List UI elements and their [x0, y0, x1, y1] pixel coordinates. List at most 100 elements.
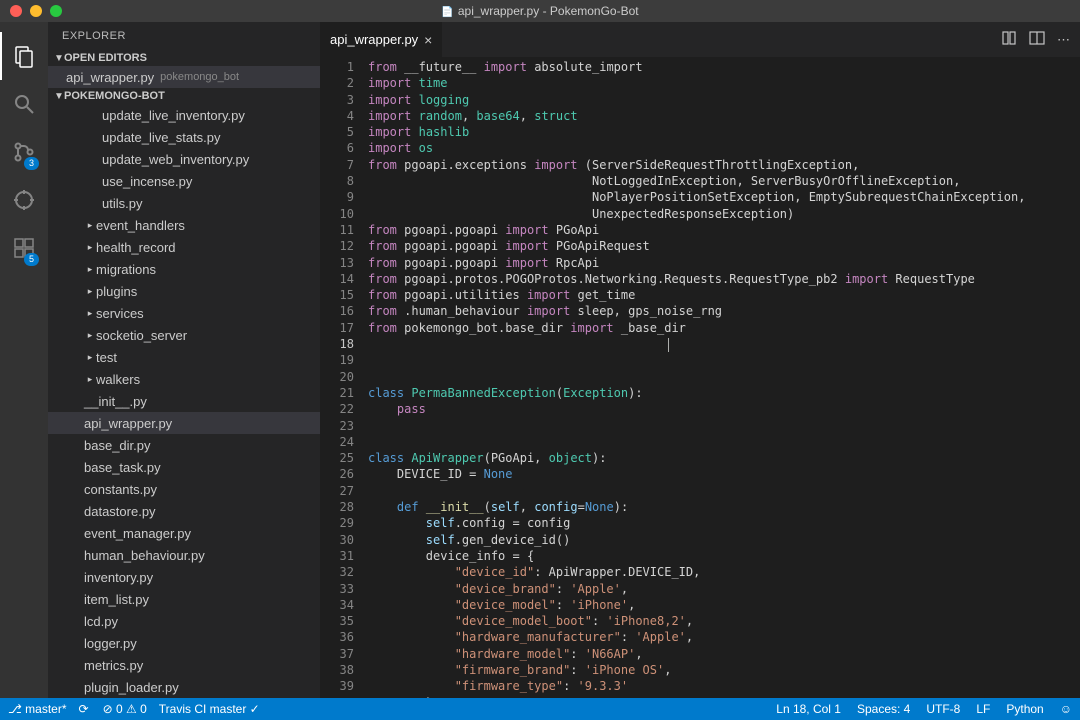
- code-editor[interactable]: 1234567891011121314151617181920212223242…: [320, 57, 1080, 698]
- file-item[interactable]: base_task.py: [48, 456, 320, 478]
- compare-icon[interactable]: [1001, 30, 1017, 49]
- file-item[interactable]: update_live_stats.py: [48, 126, 320, 148]
- tree-item-label: datastore.py: [84, 504, 156, 519]
- status-eol[interactable]: LF: [976, 702, 990, 716]
- tree-item-label: inventory.py: [84, 570, 153, 585]
- file-item[interactable]: constants.py: [48, 478, 320, 500]
- activity-search-icon[interactable]: [0, 80, 48, 128]
- folder-item[interactable]: ▸event_handlers: [48, 214, 320, 236]
- activity-extensions-icon[interactable]: 5: [0, 224, 48, 272]
- chevron-right-icon: ▸: [84, 374, 96, 385]
- file-item[interactable]: human_behaviour.py: [48, 544, 320, 566]
- tree-item-label: plugin_loader.py: [84, 680, 179, 695]
- file-item[interactable]: plugin_loader.py: [48, 676, 320, 698]
- status-language[interactable]: Python: [1006, 702, 1043, 716]
- open-editors-label: OPEN EDITORS: [64, 52, 147, 64]
- activity-bar: 3 5: [0, 22, 48, 698]
- tree-item-label: __init__.py: [84, 394, 147, 409]
- open-editor-filename: api_wrapper.py: [66, 70, 154, 85]
- split-editor-icon[interactable]: [1029, 30, 1045, 49]
- tree-item-label: human_behaviour.py: [84, 548, 205, 563]
- tree-item-label: plugins: [96, 284, 137, 299]
- chevron-right-icon: ▸: [84, 352, 96, 363]
- chevron-right-icon: ▸: [84, 220, 96, 231]
- folder-item[interactable]: ▸walkers: [48, 368, 320, 390]
- tree-item-label: base_task.py: [84, 460, 161, 475]
- status-encoding[interactable]: UTF-8: [926, 702, 960, 716]
- tree-item-label: socketio_server: [96, 328, 187, 343]
- tab-close-icon[interactable]: ×: [424, 32, 432, 48]
- open-editor-path: pokemongo_bot: [160, 71, 239, 83]
- status-ci[interactable]: Travis CI master ✓: [159, 702, 260, 716]
- file-item[interactable]: item_list.py: [48, 588, 320, 610]
- tree-item-label: event_manager.py: [84, 526, 191, 541]
- folder-item[interactable]: ▸plugins: [48, 280, 320, 302]
- file-item[interactable]: use_incense.py: [48, 170, 320, 192]
- file-item[interactable]: __init__.py: [48, 390, 320, 412]
- tree-item-label: services: [96, 306, 144, 321]
- text-cursor: [668, 338, 669, 352]
- file-item[interactable]: event_manager.py: [48, 522, 320, 544]
- maximize-window-button[interactable]: [50, 5, 62, 17]
- chevron-right-icon: ▸: [84, 330, 96, 341]
- window-title: api_wrapper.py - PokemonGo-Bot: [0, 4, 1080, 18]
- tree-item-label: health_record: [96, 240, 176, 255]
- file-item[interactable]: utils.py: [48, 192, 320, 214]
- activity-scm-icon[interactable]: 3: [0, 128, 48, 176]
- activity-debug-icon[interactable]: [0, 176, 48, 224]
- file-item[interactable]: logger.py: [48, 632, 320, 654]
- open-editors-section[interactable]: ▼ OPEN EDITORS: [48, 50, 320, 66]
- tree-item-label: base_dir.py: [84, 438, 151, 453]
- status-position[interactable]: Ln 18, Col 1: [776, 702, 841, 716]
- folder-item[interactable]: ▸health_record: [48, 236, 320, 258]
- titlebar: api_wrapper.py - PokemonGo-Bot: [0, 0, 1080, 22]
- file-item[interactable]: api_wrapper.py: [48, 412, 320, 434]
- editor-actions: ⋯: [1001, 22, 1080, 57]
- status-branch[interactable]: ⎇ master*: [8, 702, 67, 716]
- workspace-section[interactable]: ▼ POKEMONGO-BOT: [48, 88, 320, 104]
- status-sync-icon[interactable]: [79, 702, 91, 716]
- tree-item-label: utils.py: [102, 196, 142, 211]
- file-item[interactable]: inventory.py: [48, 566, 320, 588]
- status-spaces[interactable]: Spaces: 4: [857, 702, 910, 716]
- tree-item-label: use_incense.py: [102, 174, 192, 189]
- chevron-right-icon: ▸: [84, 286, 96, 297]
- tree-item-label: update_web_inventory.py: [102, 152, 249, 167]
- file-item[interactable]: datastore.py: [48, 500, 320, 522]
- workspace-label: POKEMONGO-BOT: [64, 90, 165, 102]
- open-editor-item[interactable]: api_wrapper.py pokemongo_bot: [48, 66, 320, 88]
- file-item[interactable]: base_dir.py: [48, 434, 320, 456]
- tree-item-label: event_handlers: [96, 218, 185, 233]
- activity-explorer-icon[interactable]: [0, 32, 48, 80]
- tab-api-wrapper[interactable]: api_wrapper.py ×: [320, 22, 443, 57]
- explorer-sidebar: EXPLORER ▼ OPEN EDITORS api_wrapper.py p…: [48, 22, 320, 698]
- caret-down-icon: ▼: [54, 91, 64, 102]
- tree-item-label: constants.py: [84, 482, 157, 497]
- file-item[interactable]: lcd.py: [48, 610, 320, 632]
- tree-item-label: walkers: [96, 372, 140, 387]
- more-actions-icon[interactable]: ⋯: [1057, 32, 1070, 48]
- status-feedback-icon[interactable]: ☺: [1060, 702, 1072, 716]
- line-numbers: 1234567891011121314151617181920212223242…: [320, 59, 368, 698]
- folder-item[interactable]: ▸services: [48, 302, 320, 324]
- tree-item-label: test: [96, 350, 117, 365]
- scm-badge: 3: [24, 157, 39, 170]
- folder-item[interactable]: ▸test: [48, 346, 320, 368]
- tree-item-label: metrics.py: [84, 658, 143, 673]
- code-content[interactable]: from __future__ import absolute_importim…: [368, 59, 1080, 698]
- file-item[interactable]: metrics.py: [48, 654, 320, 676]
- extensions-badge: 5: [24, 253, 39, 266]
- chevron-right-icon: ▸: [84, 264, 96, 275]
- status-problems[interactable]: ⊘ 0 ⚠ 0: [103, 702, 147, 716]
- tree-item-label: lcd.py: [84, 614, 118, 629]
- folder-item[interactable]: ▸migrations: [48, 258, 320, 280]
- folder-item[interactable]: ▸socketio_server: [48, 324, 320, 346]
- file-item[interactable]: update_web_inventory.py: [48, 148, 320, 170]
- chevron-right-icon: ▸: [84, 242, 96, 253]
- tree-item-label: update_live_inventory.py: [102, 108, 245, 123]
- file-tree[interactable]: update_live_inventory.py update_live_stat…: [48, 104, 320, 698]
- close-window-button[interactable]: [10, 5, 22, 17]
- file-item[interactable]: update_live_inventory.py: [48, 104, 320, 126]
- minimize-window-button[interactable]: [30, 5, 42, 17]
- tree-item-label: logger.py: [84, 636, 137, 651]
